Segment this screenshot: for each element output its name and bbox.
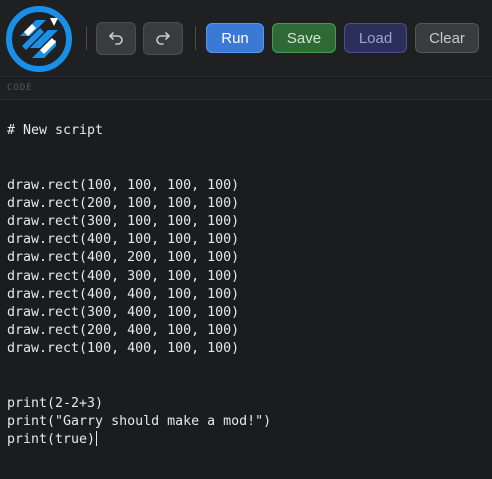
redo-arrow-icon <box>154 28 172 50</box>
code-line[interactable]: draw.rect(300, 100, 100, 100) <box>7 213 271 231</box>
code-line-text: print(2-2+3) <box>7 395 104 411</box>
text-cursor <box>96 431 98 447</box>
save-button[interactable]: Save <box>272 23 336 53</box>
code-line-text: print("Garry should make a mod!") <box>7 414 272 429</box>
code-line[interactable]: print(true) <box>7 431 271 449</box>
code-line-text: draw.rect(200, 100, 100, 100) <box>7 195 240 211</box>
code-line-text: draw.rect(400, 100, 100, 100) <box>7 232 240 248</box>
code-line[interactable] <box>7 140 271 158</box>
toolbar: Run Save Load Clear <box>0 0 492 77</box>
code-line[interactable]: print(2-2+3) <box>7 395 271 413</box>
code-line[interactable]: draw.rect(200, 400, 100, 100) <box>7 322 271 340</box>
code-line-text: draw.rect(100, 100, 100, 100) <box>7 177 240 193</box>
code-panel-title: CODE <box>7 83 33 93</box>
run-button[interactable]: Run <box>206 23 264 53</box>
code-line-text: draw.rect(300, 400, 100, 100) <box>7 304 240 320</box>
undo-button[interactable] <box>96 22 136 55</box>
code-line[interactable] <box>7 358 271 376</box>
code-lines: # New script draw.rect(100, 100, 100, 100… <box>7 122 271 449</box>
code-line-text: print(true) <box>7 432 96 448</box>
brand-logo-icon <box>6 6 72 72</box>
code-panel-header: CODE <box>0 78 492 100</box>
code-line[interactable]: draw.rect(400, 400, 100, 100) <box>7 286 271 304</box>
load-button[interactable]: Load <box>344 23 407 53</box>
code-line[interactable]: draw.rect(400, 100, 100, 100) <box>7 231 271 249</box>
code-line-text: draw.rect(400, 400, 100, 100) <box>7 286 240 302</box>
toolbar-separator <box>86 26 87 50</box>
code-line-text: draw.rect(400, 300, 100, 100) <box>7 268 240 284</box>
code-line-text: draw.rect(400, 200, 100, 100) <box>7 250 240 266</box>
code-editor[interactable]: # New script draw.rect(100, 100, 100, 100… <box>0 101 492 479</box>
code-line[interactable]: draw.rect(100, 100, 100, 100) <box>7 177 271 195</box>
code-line[interactable]: print("Garry should make a mod!") <box>7 413 271 431</box>
code-line[interactable]: draw.rect(200, 100, 100, 100) <box>7 195 271 213</box>
undo-arrow-icon <box>107 28 125 50</box>
code-line[interactable] <box>7 377 271 395</box>
code-line-text: draw.rect(300, 100, 100, 100) <box>7 213 240 229</box>
code-line-text: draw.rect(200, 400, 100, 100) <box>7 323 240 339</box>
code-line[interactable] <box>7 158 271 176</box>
code-line[interactable]: draw.rect(400, 200, 100, 100) <box>7 249 271 267</box>
toolbar-separator <box>195 26 196 50</box>
code-line[interactable]: # New script <box>7 122 271 140</box>
code-line-text: # New script <box>7 123 104 138</box>
app-window: Run Save Load Clear CODE # New script dra… <box>0 0 492 479</box>
clear-button[interactable]: Clear <box>415 23 479 53</box>
code-line[interactable]: draw.rect(300, 400, 100, 100) <box>7 304 271 322</box>
code-line-text: draw.rect(100, 400, 100, 100) <box>7 341 240 357</box>
code-line[interactable]: draw.rect(100, 400, 100, 100) <box>7 340 271 358</box>
code-line[interactable]: draw.rect(400, 300, 100, 100) <box>7 268 271 286</box>
redo-button[interactable] <box>143 22 183 55</box>
